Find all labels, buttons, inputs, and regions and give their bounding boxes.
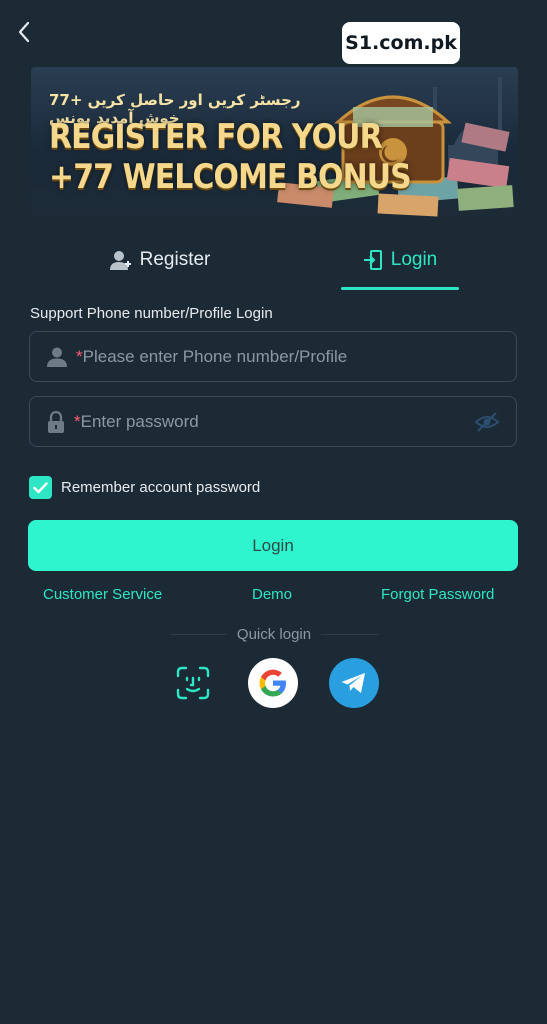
login-section-label: Support Phone number/Profile Login: [30, 305, 273, 322]
auth-links: Customer Service Demo Forgot Password: [0, 586, 547, 606]
phone-profile-input[interactable]: *Please enter Phone number/Profile: [29, 331, 517, 382]
remember-password-label: Remember account password: [61, 479, 261, 496]
checkbox-checked[interactable]: [29, 476, 52, 499]
tab-register[interactable]: Register: [60, 232, 260, 288]
auth-tabs: Register Login: [0, 232, 547, 292]
tab-register-label: Register: [139, 249, 211, 270]
quick-login-label: Quick login: [236, 625, 312, 643]
login-button[interactable]: Login: [28, 520, 518, 571]
back-button[interactable]: [12, 20, 36, 44]
tab-login[interactable]: Login: [310, 232, 490, 288]
site-badge: S1.com.pk: [342, 22, 460, 64]
telegram-icon: [341, 673, 365, 693]
lock-icon: [48, 410, 64, 433]
face-id-icon: [176, 666, 210, 700]
welcome-bonus-banner[interactable]: رجسٹر کریں اور حاصل کریں +77 خوش آمدید ب…: [31, 67, 518, 217]
google-login-button[interactable]: [248, 658, 298, 708]
chevron-left-icon: [18, 21, 30, 43]
password-placeholder: *Enter password: [74, 411, 199, 431]
face-id-login-button[interactable]: [168, 658, 218, 708]
checkmark-icon: [33, 481, 48, 493]
demo-link[interactable]: Demo: [252, 586, 292, 603]
login-door-icon: [363, 250, 382, 270]
banner-headline-line2: +77 WELCOME BONUS: [49, 157, 412, 197]
quick-login-divider: Quick login: [170, 624, 379, 644]
banner-headline-line1: REGISTER FOR YOUR: [49, 117, 383, 157]
eye-off-icon[interactable]: [474, 410, 500, 434]
telegram-login-button[interactable]: [329, 658, 379, 708]
user-icon: [47, 347, 67, 367]
divider-line: [321, 633, 379, 635]
forgot-password-link[interactable]: Forgot Password: [381, 586, 494, 603]
google-icon: [259, 669, 286, 697]
customer-service-link[interactable]: Customer Service: [43, 586, 162, 603]
phone-placeholder: *Please enter Phone number/Profile: [76, 346, 348, 366]
remember-password-checkbox[interactable]: Remember account password: [29, 476, 260, 499]
password-input[interactable]: *Enter password: [29, 396, 517, 447]
tab-login-label: Login: [390, 249, 438, 270]
user-add-icon: [109, 251, 131, 270]
active-tab-indicator: [341, 287, 459, 290]
divider-line: [170, 633, 227, 635]
